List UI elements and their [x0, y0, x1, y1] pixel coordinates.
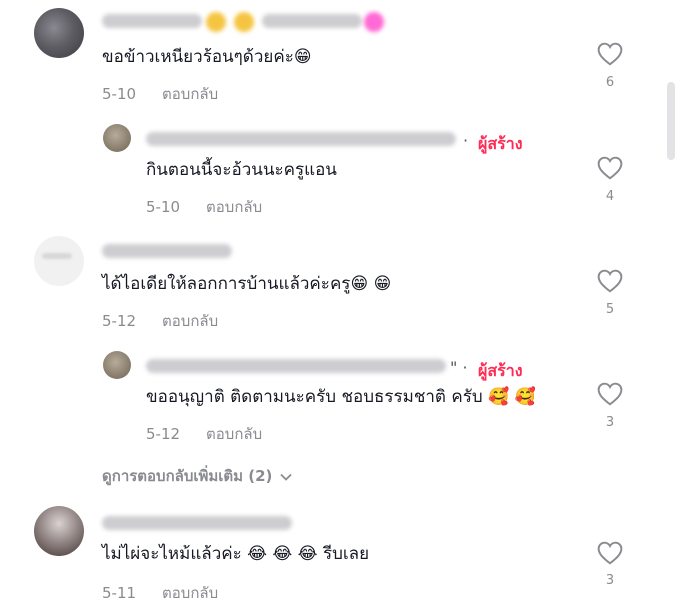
heart-outline-icon[interactable]	[597, 269, 623, 293]
username[interactable]	[102, 244, 232, 258]
comment-text: ได้ไอเดียให้ลอกการบ้านแล้วค่ะครู😁 😁	[102, 274, 392, 294]
comment-meta: 5-10 ตอบกลับ	[146, 195, 262, 219]
comment-date: 5-12	[102, 312, 137, 330]
comment-meta: 5-11 ตอบกลับ	[102, 581, 218, 605]
comment-text: ขออนุญาติ ติดตามนะครับ ชอบธรรมชาติ ครับ …	[146, 387, 536, 407]
chevron-down-icon	[280, 470, 293, 484]
like-count: 4	[605, 189, 615, 204]
creator-badge: ผู้สร้าง	[478, 361, 523, 380]
heart-outline-icon[interactable]	[597, 156, 623, 180]
reply-button[interactable]: ตอบกลับ	[162, 584, 218, 602]
comment-date: 5-10	[102, 85, 137, 103]
like-count: 3	[605, 415, 615, 430]
comment-date: 5-10	[146, 198, 181, 216]
creator-badge: ผู้สร้าง	[478, 134, 523, 153]
comment-item: ไม่ไผ่จะไหม้แล้วค่ะ 😂 😂 😂 รีบเลย 5-11 ตอบ…	[0, 500, 675, 602]
comment-text: ขอข้าวเหนียวร้อนๆด้วยค่ะ😁	[102, 47, 312, 67]
username-emoji	[234, 12, 254, 32]
username[interactable]	[102, 516, 292, 530]
view-more-replies-button[interactable]: ดูการตอบกลับเพิ่มเติม (2)	[102, 464, 293, 488]
avatar[interactable]	[103, 351, 131, 379]
comment-item: ได้ไอเดียให้ลอกการบ้านแล้วค่ะครู😁 😁 5-12…	[0, 222, 675, 334]
username-emoji	[206, 12, 226, 32]
comment-meta: 5-10 ตอบกลับ	[102, 82, 218, 106]
comment-item: ขอข้าวเหนียวร้อนๆด้วยค่ะ😁 5-10 ตอบกลับ 6	[0, 0, 675, 110]
reply-button[interactable]: ตอบกลับ	[162, 85, 218, 103]
separator: " ·	[450, 358, 468, 377]
comment-date: 5-11	[102, 584, 137, 602]
view-more-label: ดูการตอบกลับเพิ่มเติม (2)	[102, 467, 273, 485]
username-emoji	[364, 12, 384, 32]
separator: ·	[463, 131, 469, 150]
heart-outline-icon[interactable]	[597, 382, 623, 406]
avatar[interactable]	[103, 124, 131, 152]
username[interactable]	[102, 14, 202, 28]
like-count: 5	[605, 302, 615, 317]
avatar[interactable]	[34, 506, 84, 556]
heart-outline-icon[interactable]	[597, 42, 623, 66]
avatar[interactable]	[34, 236, 84, 286]
comment-meta: 5-12 ตอบกลับ	[102, 309, 218, 333]
reply-button[interactable]: ตอบกลับ	[206, 198, 262, 216]
comment-meta: 5-12 ตอบกลับ	[146, 422, 262, 446]
reply-button[interactable]: ตอบกลับ	[162, 312, 218, 330]
reply-button[interactable]: ตอบกลับ	[206, 425, 262, 443]
username[interactable]	[146, 359, 446, 373]
scrollbar-thumb[interactable]	[667, 82, 675, 160]
comment-reply-item: · ผู้สร้าง กินตอนนี้จะอ้วนนะครูแอน 5-10 ต…	[0, 110, 675, 222]
comment-date: 5-12	[146, 425, 181, 443]
username[interactable]	[146, 132, 456, 146]
heart-outline-icon[interactable]	[597, 541, 623, 565]
username	[262, 14, 362, 28]
avatar[interactable]	[34, 8, 84, 58]
comment-reply-item: " · ผู้สร้าง ขออนุญาติ ติดตามนะครับ ชอบธ…	[0, 334, 675, 454]
like-count: 6	[605, 75, 615, 90]
like-count: 3	[605, 573, 615, 588]
comment-text: ไม่ไผ่จะไหม้แล้วค่ะ 😂 😂 😂 รีบเลย	[102, 544, 370, 564]
comment-text: กินตอนนี้จะอ้วนนะครูแอน	[146, 160, 337, 180]
